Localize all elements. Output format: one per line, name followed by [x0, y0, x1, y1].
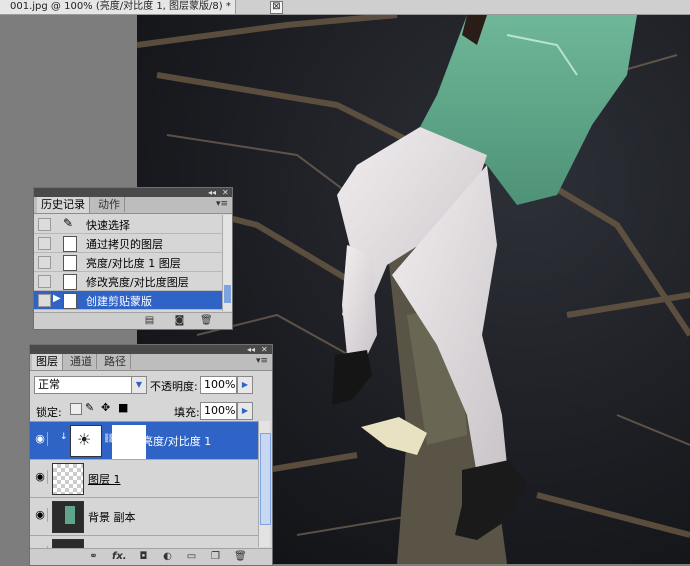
history-brush-source-checkbox[interactable]	[38, 218, 51, 231]
layer-thumbnail[interactable]	[52, 539, 84, 548]
history-state-pointer-icon: ▶	[53, 293, 61, 304]
history-item[interactable]: 修改亮度/对比度图层	[34, 272, 222, 291]
link-layers-icon[interactable]: ⚭	[88, 551, 99, 562]
fill-input[interactable]: 100%	[200, 402, 237, 420]
fx-icon[interactable]: fx.	[112, 551, 127, 562]
history-brush-source-checkbox[interactable]	[38, 275, 51, 288]
layers-list: ◉ ↓ ☀ ⛓ 亮度/对比度 1 ◉ 图层 1 ◉ 背景 副本 ◉ 背景	[30, 421, 268, 548]
thumbnail-figure	[65, 506, 75, 524]
new-document-from-state-icon[interactable]: ▤	[144, 315, 155, 326]
layer-name[interactable]: 图层 1	[88, 471, 121, 487]
close-panel-icon[interactable]: ✕	[261, 345, 268, 354]
history-brush-source-checkbox[interactable]	[38, 256, 51, 269]
tab-actions[interactable]: 动作	[94, 197, 125, 212]
layer-name[interactable]: 亮度/对比度 1	[142, 433, 211, 449]
visibility-eye-icon[interactable]: ◉	[33, 432, 48, 446]
document-tab-bar: 001.jpg @ 100% (亮度/对比度 1, 图层蒙版/8) * ⊠	[0, 0, 690, 15]
history-item[interactable]: 亮度/对比度 1 图层	[34, 253, 222, 272]
history-item-label: 通过拷贝的图层	[86, 238, 163, 251]
blend-mode-select[interactable]: 正常	[34, 376, 135, 394]
lock-all-icon[interactable]: ■	[118, 401, 128, 414]
layers-panel-footer: ⚭ fx. ◘ ◐ ▭ ❐ 🗑	[30, 548, 272, 565]
opacity-slider-icon[interactable]: ▶	[237, 376, 253, 394]
history-item[interactable]: 通过拷贝的图层	[34, 234, 222, 253]
collapse-panel-icon[interactable]: ◂◂	[208, 188, 216, 197]
blend-mode-dropdown-icon[interactable]: ▼	[131, 376, 147, 394]
tab-layers[interactable]: 图层	[32, 354, 63, 370]
adjustment-thumbnail[interactable]: ☀	[70, 425, 102, 457]
clipping-arrow-icon: ↓	[60, 432, 68, 442]
history-item-label: 修改亮度/对比度图层	[86, 276, 189, 289]
layer-thumbnail[interactable]	[52, 463, 84, 495]
fill-slider-icon[interactable]: ▶	[237, 402, 253, 420]
history-state-icon	[63, 236, 77, 252]
history-panel-titlebar[interactable]: ◂◂ ✕	[34, 188, 232, 197]
tab-paths[interactable]: 路径	[100, 354, 131, 369]
snapshot-icon[interactable]: ◙	[174, 315, 185, 326]
history-brush-source-checkbox[interactable]	[38, 294, 51, 307]
opacity-label: 不透明度:	[150, 380, 198, 393]
lock-image-icon[interactable]: ✎	[85, 401, 94, 414]
history-state-icon	[63, 274, 77, 290]
brightness-contrast-icon: ☀	[77, 430, 92, 449]
history-panel: ◂◂ ✕ 历史记录 动作 ▾≡ ✎ 快速选择 通过拷贝的图层 亮度/对比度 1 …	[33, 187, 233, 330]
close-panel-icon[interactable]: ✕	[222, 188, 229, 197]
history-brush-source-checkbox[interactable]	[38, 237, 51, 250]
layer-row[interactable]: ◉ 背景	[30, 536, 268, 548]
panel-menu-icon[interactable]: ▾≡	[256, 355, 268, 368]
history-item-label: 创建剪贴蒙版	[86, 295, 152, 308]
mask-icon[interactable]: ◘	[138, 551, 149, 562]
lock-position-icon[interactable]: ✥	[101, 401, 110, 414]
new-layer-icon[interactable]: ❐	[210, 551, 221, 562]
history-state-icon	[63, 293, 77, 309]
collapse-panel-icon[interactable]: ◂◂	[247, 345, 255, 354]
layer-mask-thumbnail[interactable]	[112, 425, 146, 459]
layers-panel-titlebar[interactable]: ◂◂ ✕	[30, 345, 272, 354]
close-document-icon[interactable]: ⊠	[270, 1, 283, 14]
document-tab-title[interactable]: 001.jpg @ 100% (亮度/对比度 1, 图层蒙版/8) *	[0, 0, 236, 14]
layer-row[interactable]: ◉ 背景 副本	[30, 498, 268, 536]
layer-row[interactable]: ◉ 图层 1	[30, 460, 268, 498]
history-state-icon	[63, 255, 77, 271]
history-scrollbar[interactable]	[222, 215, 232, 311]
fill-label: 填充:	[174, 406, 200, 419]
history-panel-tabs: 历史记录 动作 ▾≡	[34, 197, 232, 214]
visibility-eye-icon[interactable]: ◉	[33, 470, 48, 484]
lock-label: 锁定:	[36, 406, 62, 419]
layer-thumbnail[interactable]	[52, 501, 84, 533]
visibility-eye-icon[interactable]: ◉	[33, 508, 48, 522]
history-scrollbar-thumb[interactable]	[224, 285, 231, 303]
history-item-selected[interactable]: ▶ 创建剪贴蒙版	[34, 291, 222, 310]
history-item-label: 亮度/对比度 1 图层	[86, 257, 181, 270]
adjustment-icon[interactable]: ◐	[162, 551, 173, 562]
layers-panel-tabs: 图层 通道 路径 ▾≡	[30, 354, 272, 371]
layer-row-selected[interactable]: ◉ ↓ ☀ ⛓ 亮度/对比度 1	[30, 422, 268, 460]
layers-scrollbar[interactable]	[258, 421, 271, 547]
group-icon[interactable]: ▭	[186, 551, 197, 562]
history-panel-footer: ▤ ◙ 🗑	[34, 312, 232, 329]
history-list: ✎ 快速选择 通过拷贝的图层 亮度/对比度 1 图层 修改亮度/对比度图层 ▶ …	[34, 215, 222, 311]
layers-panel: ◂◂ ✕ 图层 通道 路径 ▾≡ 正常 ▼ 不透明度: 100% ▶ 锁定: ✎…	[29, 344, 273, 566]
history-item-label: 快速选择	[86, 219, 130, 232]
layer-name[interactable]: 背景 副本	[88, 509, 136, 525]
lock-transparent-icon[interactable]	[70, 403, 82, 415]
history-item[interactable]: ✎ 快速选择	[34, 215, 222, 234]
tab-history[interactable]: 历史记录	[37, 197, 90, 213]
panel-menu-icon[interactable]: ▾≡	[216, 198, 228, 211]
delete-layer-icon[interactable]: 🗑	[234, 551, 247, 562]
tab-channels[interactable]: 通道	[66, 354, 97, 369]
quick-selection-icon: ✎	[63, 216, 74, 230]
delete-state-icon[interactable]: 🗑	[200, 315, 213, 326]
layers-scrollbar-thumb[interactable]	[260, 433, 271, 525]
opacity-input[interactable]: 100%	[200, 376, 237, 394]
